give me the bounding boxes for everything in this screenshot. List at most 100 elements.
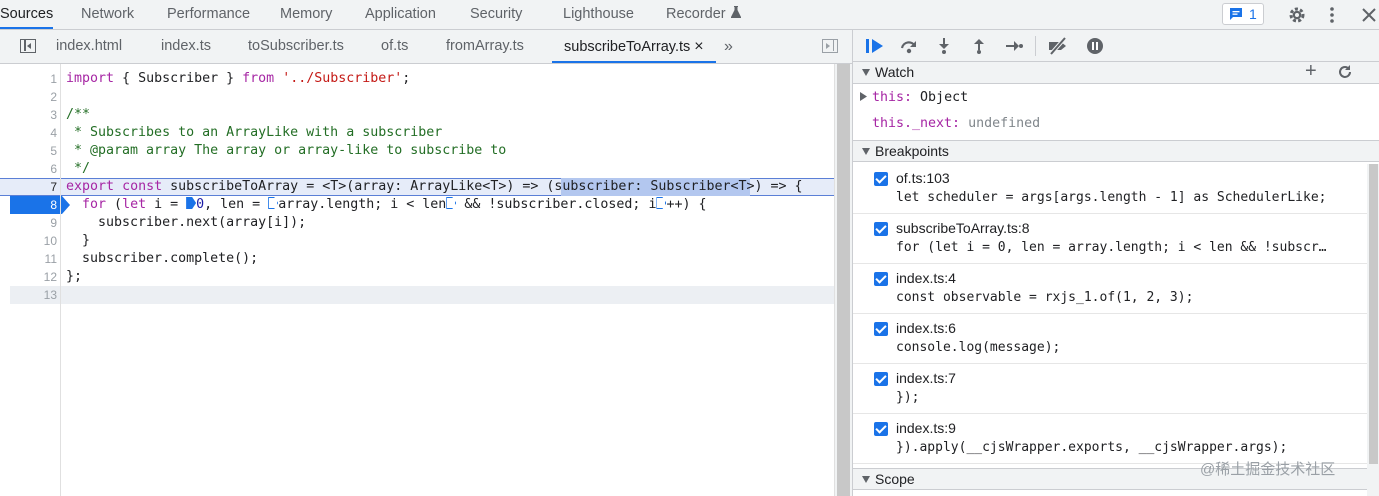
breakpoint-checkbox[interactable] bbox=[874, 322, 888, 336]
tab-recorder-label: Recorder bbox=[666, 6, 726, 22]
inline-breakpoint-icon[interactable] bbox=[186, 197, 197, 209]
breakpoint-location[interactable]: index.ts:7 bbox=[896, 370, 956, 386]
devtools-panel-tabs: Sources Network Performance Memory Appli… bbox=[0, 0, 1379, 30]
file-tab-index-ts[interactable]: index.ts bbox=[161, 30, 211, 63]
inline-breakpoint-icon[interactable] bbox=[446, 197, 457, 209]
breakpoint-source: const observable = rxjs_1.of(1, 2, 3); bbox=[896, 290, 1194, 305]
gear-icon[interactable] bbox=[1286, 4, 1308, 26]
line-number[interactable]: 4 bbox=[0, 124, 57, 142]
line-number[interactable]: 10 bbox=[0, 232, 57, 250]
inline-breakpoint-icon[interactable] bbox=[656, 197, 667, 209]
more-tabs-icon[interactable]: » bbox=[724, 30, 733, 63]
pause-on-exceptions-icon[interactable] bbox=[1085, 37, 1105, 55]
deactivate-breakpoints-icon[interactable] bbox=[1047, 36, 1067, 56]
expand-icon[interactable] bbox=[860, 89, 872, 107]
expand-icon bbox=[862, 69, 870, 76]
breakpoint-location[interactable]: of.ts:103 bbox=[896, 170, 950, 186]
breakpoint-item[interactable]: index.ts:9 }).apply(__cjsWrapper.exports… bbox=[853, 414, 1367, 464]
toggle-navigator-icon[interactable] bbox=[20, 39, 36, 53]
file-tab-index-html[interactable]: index.html bbox=[56, 30, 122, 63]
breakpoint-checkbox[interactable] bbox=[874, 422, 888, 436]
close-tab-icon[interactable]: × bbox=[694, 38, 703, 55]
watch-expression: this._next: bbox=[872, 116, 969, 131]
editor-file-tabs: index.html index.ts toSubscriber.ts of.t… bbox=[0, 30, 852, 64]
inline-breakpoint-icon[interactable] bbox=[268, 197, 279, 209]
watch-section-header[interactable]: Watch + bbox=[853, 61, 1379, 85]
issues-counter[interactable]: 1 bbox=[1222, 3, 1264, 25]
code-editor[interactable]: 1 2 3 4 5 6 7 8 9 10 11 12 13 import { S… bbox=[0, 64, 834, 496]
breakpoint-location[interactable]: index.ts:4 bbox=[896, 270, 956, 286]
breakpoint-location[interactable]: subscribeToArray.ts:8 bbox=[896, 220, 1030, 236]
code-line: } bbox=[66, 233, 91, 248]
breakpoint-checkbox[interactable] bbox=[874, 222, 888, 236]
breakpoint-item[interactable]: subscribeToArray.ts:8 for (let i = 0, le… bbox=[853, 214, 1367, 264]
step-over-icon[interactable] bbox=[899, 37, 919, 55]
watch-value: undefined bbox=[968, 116, 1041, 131]
file-tab-fromarray[interactable]: fromArray.ts bbox=[446, 30, 524, 63]
breakpoint-source: }).apply(__cjsWrapper.exports, __cjsWrap… bbox=[896, 440, 1288, 455]
code-line: * @param array The array or array-like t… bbox=[66, 143, 507, 158]
file-tab-tosubscriber[interactable]: toSubscriber.ts bbox=[248, 30, 344, 63]
tab-sources[interactable]: Sources bbox=[0, 0, 54, 29]
watch-expression: this: bbox=[872, 90, 921, 105]
line-number[interactable]: 7 bbox=[0, 178, 57, 196]
scrollbar-thumb[interactable] bbox=[837, 64, 850, 496]
tab-lighthouse[interactable]: Lighthouse bbox=[563, 0, 634, 29]
breakpoint-item[interactable]: index.ts:6 console.log(message); bbox=[853, 314, 1367, 364]
breakpoint-checkbox[interactable] bbox=[874, 172, 888, 186]
line-number[interactable]: 5 bbox=[0, 142, 57, 160]
line-number[interactable]: 12 bbox=[0, 268, 57, 286]
flask-icon bbox=[730, 0, 741, 28]
breakpoint-source: for (let i = 0, len = array.length; i < … bbox=[896, 240, 1327, 255]
add-watch-icon[interactable]: + bbox=[1305, 61, 1317, 81]
breakpoint-item[interactable]: index.ts:4 const observable = rxjs_1.of(… bbox=[853, 264, 1367, 314]
scrollbar-thumb[interactable] bbox=[1369, 164, 1378, 464]
step-out-icon[interactable] bbox=[969, 37, 989, 55]
code-line: * Subscribes to an ArrayLike with a subs… bbox=[66, 125, 443, 140]
toggle-debugger-icon[interactable] bbox=[822, 39, 838, 53]
more-vertical-icon[interactable] bbox=[1321, 4, 1343, 26]
tab-application[interactable]: Application bbox=[365, 0, 436, 29]
step-icon[interactable] bbox=[1004, 37, 1024, 55]
sidebar-scrollbar[interactable] bbox=[1367, 164, 1379, 496]
resume-icon[interactable] bbox=[865, 37, 885, 55]
line-number[interactable]: 2 bbox=[0, 88, 57, 106]
breakpoint-source: console.log(message); bbox=[896, 340, 1061, 355]
refresh-icon[interactable] bbox=[1337, 64, 1353, 85]
breakpoint-location[interactable]: index.ts:9 bbox=[896, 420, 956, 436]
line-number[interactable]: 11 bbox=[0, 250, 57, 268]
line-number-paused[interactable]: 8 bbox=[0, 196, 57, 214]
tab-memory[interactable]: Memory bbox=[280, 0, 332, 29]
breakpoints-section-header[interactable]: Breakpoints bbox=[853, 140, 1379, 162]
editor-scrollbar[interactable] bbox=[834, 64, 852, 496]
breakpoint-item[interactable]: of.ts:103 let scheduler = args[args.leng… bbox=[853, 164, 1367, 214]
breakpoints-title: Breakpoints bbox=[875, 143, 949, 159]
tab-performance[interactable]: Performance bbox=[167, 0, 250, 29]
breakpoint-checkbox[interactable] bbox=[874, 372, 888, 386]
line-number-gutter[interactable]: 1 2 3 4 5 6 7 8 9 10 11 12 13 bbox=[0, 64, 61, 496]
issues-count: 1 bbox=[1249, 6, 1257, 22]
breakpoint-checkbox[interactable] bbox=[874, 272, 888, 286]
line-number[interactable]: 3 bbox=[0, 106, 57, 124]
watch-item[interactable]: this: Object bbox=[860, 89, 968, 107]
code-line: subscriber.complete(); bbox=[66, 251, 259, 266]
file-tab-subscribetoarray[interactable]: subscribeToArray.ts × bbox=[552, 30, 716, 63]
scope-title: Scope bbox=[875, 471, 915, 487]
tab-security[interactable]: Security bbox=[470, 0, 522, 29]
line-number[interactable]: 6 bbox=[0, 160, 57, 178]
watch-item[interactable]: this._next: undefined bbox=[872, 115, 1040, 133]
line-number[interactable]: 9 bbox=[0, 214, 57, 232]
file-tab-of[interactable]: of.ts bbox=[381, 30, 408, 63]
breakpoint-location[interactable]: index.ts:6 bbox=[896, 320, 956, 336]
close-icon[interactable] bbox=[1358, 4, 1379, 26]
line-number[interactable]: 1 bbox=[0, 70, 57, 88]
code-line: /** bbox=[66, 107, 91, 122]
toolbar-divider bbox=[1035, 36, 1036, 56]
breakpoint-item[interactable]: index.ts:7 }); bbox=[853, 364, 1367, 414]
tab-recorder[interactable]: Recorder bbox=[666, 0, 741, 29]
current-line-highlight bbox=[10, 286, 834, 304]
code-line: export const subscribeToArray = <T>(arra… bbox=[66, 179, 803, 194]
tab-network[interactable]: Network bbox=[81, 0, 134, 29]
step-into-icon[interactable] bbox=[934, 37, 954, 55]
line-number[interactable]: 13 bbox=[0, 286, 57, 304]
